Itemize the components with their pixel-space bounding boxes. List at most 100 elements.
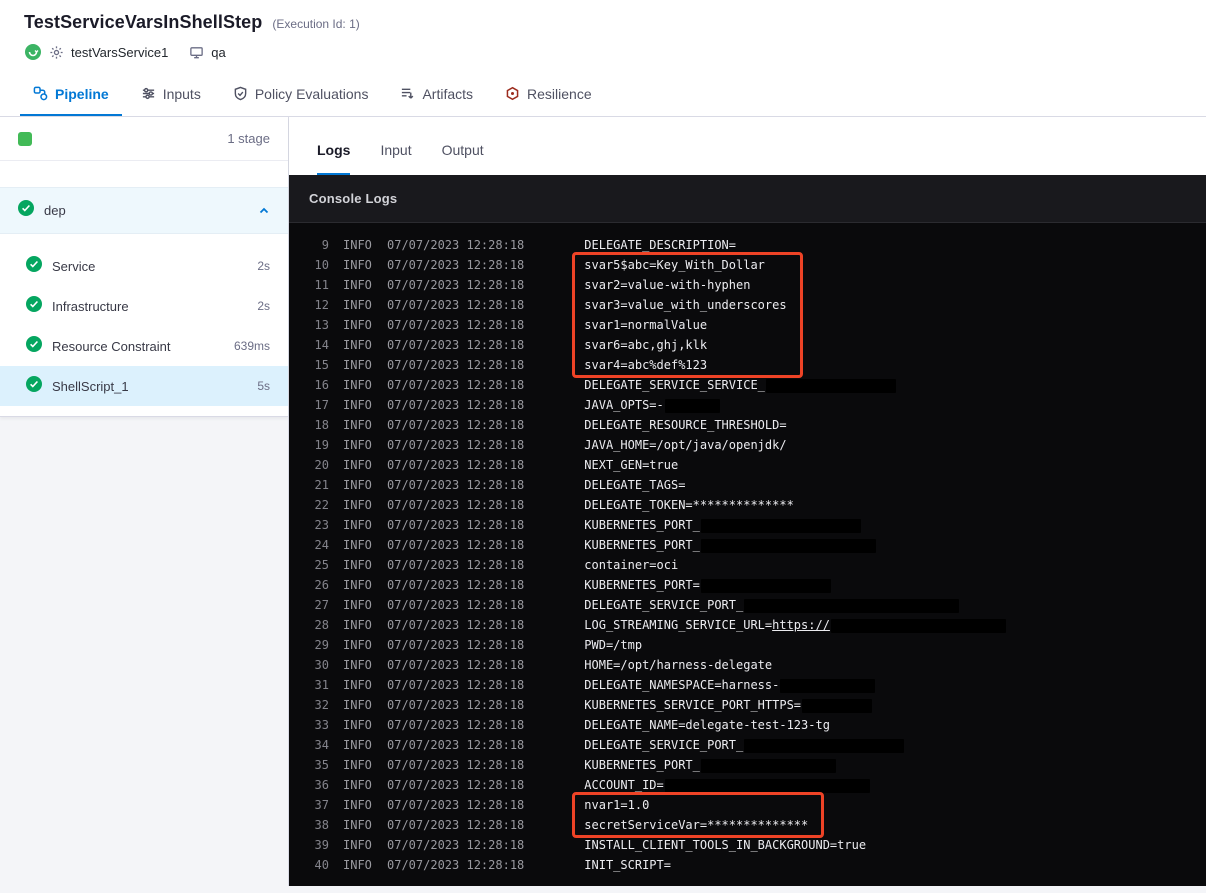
log-line: 29 INFO 07/07/2023 12:28:18 PWD=/tmp	[289, 635, 1206, 655]
step-row-infrastructure[interactable]: Infrastructure 2s	[0, 286, 288, 326]
log-line-number: 30	[314, 658, 329, 672]
log-line: 36 INFO 07/07/2023 12:28:18 ACCOUNT_ID=	[289, 775, 1206, 795]
log-line: 19 INFO 07/07/2023 12:28:18 JAVA_HOME=/opt/…	[289, 435, 1206, 455]
log-line: 35 INFO 07/07/2023 12:28:18 KUBERNETES_PORT…	[289, 755, 1206, 775]
log-line-number: 32	[314, 698, 329, 712]
tab-label: Artifacts	[422, 85, 474, 102]
log-line: 25 INFO 07/07/2023 12:28:18 container=oci	[289, 555, 1206, 575]
execution-sidebar: 1 stage dep Service 2s Infrastructure 2s Res…	[0, 117, 289, 886]
log-level: INFO	[343, 798, 372, 812]
step-label: Service	[52, 258, 96, 274]
log-message: JAVA_HOME=/opt/java/openjdk/	[584, 438, 787, 452]
log-timestamp: 07/07/2023 12:28:18	[387, 438, 525, 452]
log-message: HOME=/opt/harness-delegate	[584, 658, 773, 672]
title-row: TestServiceVarsInShellStep (Execution Id…	[24, 12, 1182, 33]
service-name[interactable]: testVarsService1	[71, 45, 168, 60]
log-line: 23 INFO 07/07/2023 12:28:18 KUBERNETES_PORT…	[289, 515, 1206, 535]
log-line: 28 INFO 07/07/2023 12:28:18 LOG_STREAMING_S…	[289, 615, 1206, 635]
step-row-shellscript-1[interactable]: ShellScript_1 5s	[0, 366, 288, 406]
log-level: INFO	[343, 478, 372, 492]
log-timestamp: 07/07/2023 12:28:18	[387, 698, 525, 712]
log-line-number: 10	[314, 258, 329, 272]
log-link[interactable]: https://	[772, 618, 830, 632]
log-level: INFO	[343, 858, 372, 872]
log-timestamp: 07/07/2023 12:28:18	[387, 378, 525, 392]
log-message: PWD=/tmp	[584, 638, 643, 652]
log-line-number: 20	[314, 458, 329, 472]
redaction-bar	[700, 538, 876, 553]
chevron-up-icon[interactable]	[258, 205, 270, 217]
pipeline-icon	[33, 86, 48, 101]
log-timestamp: 07/07/2023 12:28:18	[387, 338, 525, 352]
log-level: INFO	[343, 538, 372, 552]
log-level: INFO	[343, 578, 372, 592]
environment-name[interactable]: qa	[211, 45, 225, 60]
console-header[interactable]: Console Logs	[289, 175, 1206, 223]
log-line: 40 INFO 07/07/2023 12:28:18 INIT_SCRIPT=	[289, 855, 1206, 875]
log-message: DELEGATE_NAMESPACE=harness-	[584, 675, 876, 695]
log-line-number: 12	[314, 298, 329, 312]
log-level: INFO	[343, 398, 372, 412]
log-timestamp: 07/07/2023 12:28:18	[387, 578, 525, 592]
log-line: 38 INFO 07/07/2023 12:28:18 secretServiceVa…	[289, 815, 1206, 835]
log-level: INFO	[343, 258, 372, 272]
log-line-number: 17	[314, 398, 329, 412]
log-timestamp: 07/07/2023 12:28:18	[387, 358, 525, 372]
stage-summary-row[interactable]: 1 stage	[0, 117, 288, 161]
log-timestamp: 07/07/2023 12:28:18	[387, 618, 525, 632]
tab-artifacts[interactable]: Artifacts	[387, 73, 486, 116]
log-line-number: 27	[314, 598, 329, 612]
log-level: INFO	[343, 778, 372, 792]
log-line-number: 38	[314, 818, 329, 832]
log-message: KUBERNETES_PORT_	[584, 515, 861, 535]
log-timestamp: 07/07/2023 12:28:18	[387, 598, 525, 612]
log-line: 31 INFO 07/07/2023 12:28:18 DELEGATE_NAMESP…	[289, 675, 1206, 695]
log-line: 11 INFO 07/07/2023 12:28:18 svar2=value-wit…	[289, 275, 1206, 295]
tab-pipeline[interactable]: Pipeline	[20, 73, 122, 116]
log-line-number: 22	[314, 498, 329, 512]
log-tab-output[interactable]: Output	[442, 142, 484, 175]
gear-icon[interactable]	[49, 45, 64, 60]
log-line: 26 INFO 07/07/2023 12:28:18 KUBERNETES_PORT…	[289, 575, 1206, 595]
log-level: INFO	[343, 638, 372, 652]
log-level: INFO	[343, 418, 372, 432]
log-timestamp: 07/07/2023 12:28:18	[387, 398, 525, 412]
redaction-bar	[700, 518, 861, 533]
log-message: KUBERNETES_SERVICE_PORT_HTTPS=	[584, 695, 873, 715]
log-tab-bar: Logs Input Output	[289, 117, 1206, 175]
inputs-icon	[141, 86, 156, 101]
step-duration: 639ms	[233, 339, 270, 353]
redaction-bar	[744, 598, 960, 613]
log-tab-logs[interactable]: Logs	[317, 142, 351, 175]
tab-policy-evaluations[interactable]: Policy Evaluations	[220, 73, 382, 116]
log-timestamp: 07/07/2023 12:28:18	[387, 738, 525, 752]
redaction-bar	[664, 398, 720, 413]
log-timestamp: 07/07/2023 12:28:18	[387, 418, 525, 432]
log-lines[interactable]: 9 INFO 07/07/2023 12:28:18 DELEGATE_DESCRIP…	[289, 223, 1206, 886]
tab-label: Pipeline	[55, 85, 109, 102]
tab-resilience[interactable]: Resilience	[492, 73, 605, 116]
log-line-number: 37	[314, 798, 329, 812]
log-tab-input[interactable]: Input	[380, 142, 411, 175]
log-line-number: 13	[314, 318, 329, 332]
step-row-service[interactable]: Service 2s	[0, 246, 288, 286]
stage-header-dep[interactable]: dep	[0, 187, 288, 234]
step-row-resource-constraint[interactable]: Resource Constraint 639ms	[0, 326, 288, 366]
step-success-icon	[26, 375, 42, 397]
log-line: 27 INFO 07/07/2023 12:28:18 DELEGATE_SERVIC…	[289, 595, 1206, 615]
step-label: Infrastructure	[52, 298, 129, 314]
log-message: DELEGATE_TAGS=	[584, 478, 686, 492]
log-message: DELEGATE_NAME=delegate-test-123-tg	[584, 718, 830, 732]
log-message: LOG_STREAMING_SERVICE_URL=https://	[584, 615, 1006, 635]
step-details-panel: Logs Input Output Console Logs 9 INFO 07/07/…	[289, 117, 1206, 886]
step-label: ShellScript_1	[52, 378, 129, 394]
stage-count: 1 stage	[227, 131, 270, 146]
tab-inputs[interactable]: Inputs	[128, 73, 214, 116]
log-level: INFO	[343, 238, 372, 252]
log-timestamp: 07/07/2023 12:28:18	[387, 758, 525, 772]
log-level: INFO	[343, 618, 372, 632]
log-message: nvar1=1.0	[584, 798, 650, 812]
tab-label: Policy Evaluations	[254, 85, 369, 102]
artifacts-icon	[400, 86, 415, 101]
log-timestamp: 07/07/2023 12:28:18	[387, 838, 525, 852]
